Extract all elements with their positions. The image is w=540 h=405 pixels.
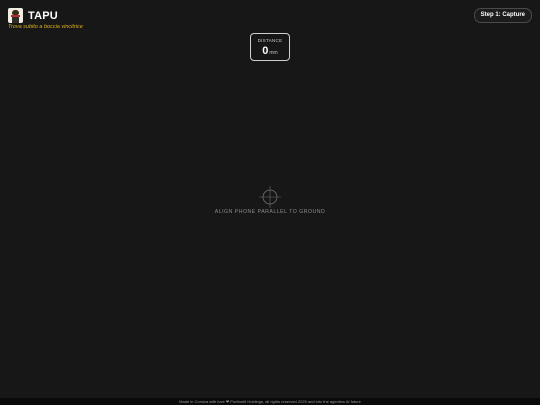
footer: Made in Corsica with love ❤ Portboriti H… bbox=[0, 398, 540, 405]
distance-reading: 0mm bbox=[251, 44, 289, 59]
app-title: TAPU bbox=[28, 9, 58, 22]
distance-label: DISTANCE bbox=[257, 38, 283, 43]
statue-logo-icon bbox=[8, 8, 23, 23]
brand: TAPU bbox=[8, 8, 58, 23]
distance-unit: mm bbox=[269, 50, 278, 56]
alignment-instruction: ALIGN PHONE PARALLEL TO GROUND bbox=[214, 209, 326, 215]
distance-readout: DISTANCE 0mm bbox=[250, 33, 290, 61]
step-capture-button[interactable]: Step 1: Capture bbox=[473, 8, 532, 23]
crosshair-icon bbox=[259, 186, 281, 208]
distance-value: 0 bbox=[262, 45, 269, 57]
tagline: Trova subito a boccia vincitrice bbox=[8, 24, 83, 30]
